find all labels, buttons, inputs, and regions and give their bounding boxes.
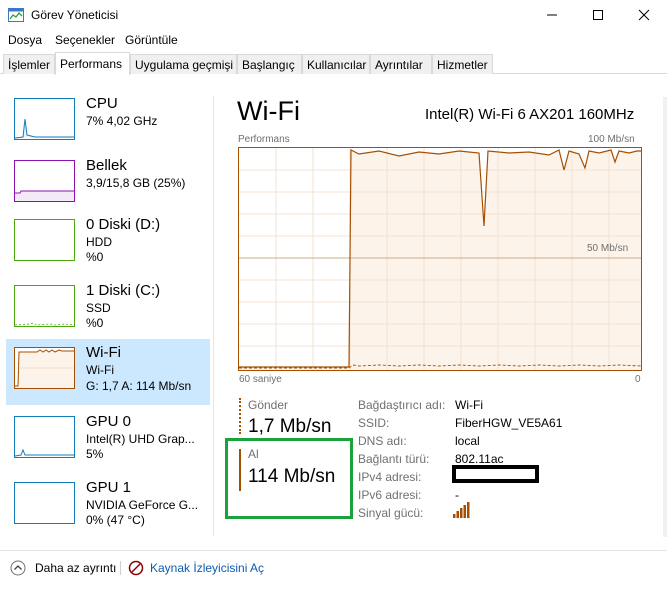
gpu1-thumbnail [14,482,75,524]
redacted-ipv4 [452,465,539,483]
tab-services[interactable]: Hizmetler [432,54,493,74]
resource-monitor-icon [128,560,144,576]
maximize-icon [593,10,603,20]
prop-signal-label: Sinyal gücü: [358,506,424,520]
sidebar-item-label: GPU 0 [86,413,132,430]
less-details-button[interactable]: Daha az ayrıntı [35,561,116,575]
graph-x-left-label: 60 saniye [239,374,282,385]
sidebar-item-gpu0[interactable]: GPU 0 Intel(R) UHD Grap... 5% [6,408,210,472]
chevron-up-icon[interactable] [10,560,26,576]
sidebar-item-disk-d[interactable]: 0 Diski (D:) HDD %0 [6,211,210,275]
prop-ssid-label: SSID: [358,416,390,430]
throughput-chart [239,148,641,370]
tab-users[interactable]: Kullanıcılar [302,54,370,74]
maximize-button[interactable] [575,0,621,30]
sidebar-item-usage: 5% [86,447,104,461]
sidebar-item-wifi[interactable]: Wi-Fi Wi-Fi G: 1,7 A: 114 Mb/sn [6,339,210,405]
menu-file[interactable]: Dosya [8,33,42,47]
disk-d-thumbnail [14,219,75,261]
prop-adapter-label: Bağdaştırıcı adı: [358,398,446,412]
sidebar-item-throughput: G: 1,7 A: 114 Mb/sn [86,379,192,393]
gpu0-thumbnail [14,416,75,458]
prop-ssid-value: FiberHGW_VE5A61 [455,416,563,430]
wifi-thumbnail [14,347,75,389]
prop-ipv4-label: IPv4 adresi: [358,470,422,484]
send-value: 1,7 Mb/sn [248,416,332,437]
sidebar-item-type: SSD [86,301,111,315]
disk-c-thumbnail [14,285,75,327]
prop-ipv6-value: - [455,488,459,502]
signal-strength-icon [452,502,470,518]
highlight-box [225,438,353,519]
footer-separator [120,561,121,575]
tab-processes[interactable]: İşlemler [3,54,55,74]
sidebar-item-label: 0 Diski (D:) [86,216,161,233]
prop-dns-label: DNS adı: [358,434,407,448]
prop-dns-value: local [455,434,480,448]
menu-bar: Dosya Seçenekler Görüntüle [0,30,667,50]
menu-options[interactable]: Seçenekler [55,33,115,47]
receive-area [239,150,641,370]
sidebar-item-type: Wi-Fi [86,363,114,377]
cpu-thumbnail [14,98,75,140]
task-manager-icon [8,8,24,22]
adapter-name: Intel(R) Wi-Fi 6 AX201 160MHz [425,106,635,123]
sidebar-item-cpu[interactable]: CPU 7% 4,02 GHz [6,90,210,154]
sidebar-item-model: Intel(R) UHD Grap... [86,432,195,446]
tab-bar: İşlemler Performans Uygulama geçmişi Baş… [0,52,667,75]
minimize-button[interactable] [529,0,575,30]
tab-performance[interactable]: Performans [55,52,130,75]
graph-x-right-label: 0 [635,374,641,385]
sidebar-item-usage: 0% (47 °C) [86,513,145,527]
sidebar-item-detail: 7% 4,02 GHz [86,114,158,128]
send-label: Gönder [248,398,289,412]
sidebar-item-usage: %0 [86,316,104,330]
sidebar-item-detail: 3,9/15,8 GB (25%) [86,176,186,190]
sidebar-item-label: GPU 1 [86,479,132,496]
window-title: Görev Yöneticisi [31,8,119,22]
tab-startup[interactable]: Başlangıç [237,54,302,74]
graph-mid-label: 50 Mb/sn [587,243,629,254]
sidebar-item-type: HDD [86,235,112,249]
throughput-graph [238,147,642,371]
prop-conn-type-label: Bağlantı türü: [358,452,430,466]
menu-view[interactable]: Görüntüle [125,33,178,47]
graph-max-label: 100 Mb/sn [588,134,635,145]
sidebar-item-label: Bellek [86,157,127,174]
sidebar-item-disk-c[interactable]: 1 Diski (C:) SSD %0 [6,277,210,341]
minimize-icon [547,14,557,16]
sidebar-item-gpu1[interactable]: GPU 1 NVIDIA GeForce G... 0% (47 °C) [6,474,210,538]
send-indicator [239,398,241,434]
sidebar-item-memory[interactable]: Bellek 3,9/15,8 GB (25%) [6,152,210,216]
sidebar-divider [213,96,214,536]
sidebar-item-label: 1 Diski (C:) [86,282,161,299]
title-bar: Görev Yöneticisi [0,0,667,30]
memory-thumbnail [14,160,75,202]
sidebar-item-model: NVIDIA GeForce G... [86,498,199,512]
sidebar-item-label: Wi-Fi [86,344,121,361]
graph-caption: Performans [238,134,290,145]
close-button[interactable] [621,0,667,30]
page-title: Wi-Fi [237,96,300,126]
tab-app-history[interactable]: Uygulama geçmişi [130,54,237,74]
tab-details[interactable]: Ayrıntılar [370,54,432,74]
prop-adapter-value: Wi-Fi [455,398,483,412]
close-icon [638,9,650,21]
open-resource-monitor-link[interactable]: Kaynak İzleyicisini Aç [150,561,264,575]
prop-conn-type-value: 802.11ac [455,452,504,466]
sidebar-item-label: CPU [86,95,118,112]
sidebar-item-usage: %0 [86,250,104,264]
prop-ipv6-label: IPv6 adresi: [358,488,422,502]
footer: Daha az ayrıntı Kaynak İzleyicisini Aç [0,550,667,589]
scrollbar[interactable] [663,97,667,537]
